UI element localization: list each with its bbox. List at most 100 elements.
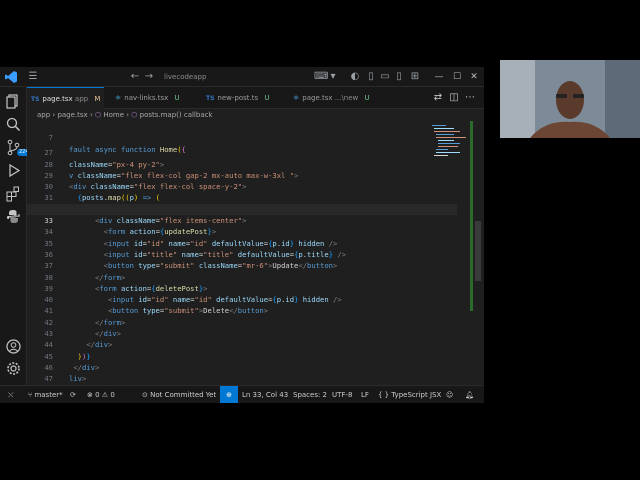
tab-label: page.tsx: [42, 95, 73, 103]
code-line[interactable]: 46 liv>: [27, 351, 457, 383]
react-icon: ⚛: [115, 94, 122, 102]
title-bar: ☰ ← → livecodeapp ⌨ ▾ ◐ ▯ ▭ ▯ ⊞ — ☐ ✕: [0, 67, 484, 87]
zoom-icon[interactable]: ⊕: [220, 386, 238, 403]
python-icon[interactable]: [4, 207, 23, 226]
toggle-panel-icon[interactable]: ▭: [378, 70, 392, 84]
vscode-window: ☰ ← → livecodeapp ⌨ ▾ ◐ ▯ ▭ ▯ ⊞ — ☐ ✕ 22…: [0, 67, 484, 403]
remote-icon[interactable]: ⤬: [8, 386, 14, 403]
code-line[interactable]: 47 .: [27, 362, 457, 394]
tab-status: U: [364, 94, 370, 102]
branch-name: master*: [34, 391, 63, 399]
tab-path: app: [74, 95, 89, 103]
code-line[interactable]: 37 </form>: [27, 249, 457, 281]
toggle-primary-sidebar-icon[interactable]: ▯: [364, 70, 378, 84]
customize-layout-icon[interactable]: ⊞: [408, 70, 422, 84]
close-icon[interactable]: ✕: [467, 70, 481, 84]
cursor-position[interactable]: Ln 33, Col 43: [242, 386, 288, 403]
editor-tabs: TS page.tsx app M ⚛ nav-links.tsx U TS new-…: [27, 87, 484, 109]
braces-icon: { }: [378, 391, 392, 399]
source-control-icon[interactable]: 224: [4, 138, 31, 157]
breadcrumb-item-app[interactable]: app: [37, 111, 50, 119]
typescript-icon: TS: [206, 95, 215, 102]
menu-icon[interactable]: ☰: [26, 70, 40, 84]
forward-arrow-icon[interactable]: →: [142, 70, 156, 84]
code-line[interactable]: 27 className="px-4 py-2">: [27, 136, 457, 168]
code-line[interactable]: 31 <div key={p.id} className="border bor…: [27, 181, 457, 213]
branch-indicator[interactable]: ⑂ master*: [28, 386, 63, 403]
tab-path: ...\new: [334, 94, 359, 102]
breadcrumb: app › page.tsx › ⬡ Home › ⬡ posts.map() …: [27, 109, 484, 121]
tab-page-tsx-app[interactable]: TS page.tsx app M: [27, 87, 104, 109]
vertical-scrollbar[interactable]: [473, 121, 484, 385]
callback-icon: ⬡: [131, 111, 138, 119]
command-center-search[interactable]: livecodeapp: [156, 70, 306, 84]
explorer-icon[interactable]: [4, 92, 23, 111]
breadcrumb-item-callback[interactable]: posts.map() callback: [140, 111, 213, 119]
code-line[interactable]: 45 </div>: [27, 339, 457, 372]
code-line[interactable]: 30 {posts.map((p) => (: [27, 170, 457, 202]
minimize-icon[interactable]: —: [432, 70, 446, 84]
code-line[interactable]: 39 <input id="id" name="id" defaultValue…: [27, 272, 457, 304]
indentation-setting[interactable]: Spaces: 2: [293, 386, 327, 403]
notifications-bell-icon[interactable]: 🔔︎: [465, 386, 474, 403]
typescript-icon: TS: [31, 96, 40, 103]
webcam-overlay: [500, 60, 640, 138]
tab-label: page.tsx: [302, 94, 333, 102]
toggle-secondary-sidebar-icon[interactable]: ▯: [392, 70, 406, 84]
account-icon[interactable]: [4, 337, 23, 356]
code-line[interactable]: 35 <input id="title" name="title" defaul…: [27, 226, 457, 259]
chevron-down-icon[interactable]: ▾: [326, 70, 340, 84]
code-editor[interactable]: 7 fault async function Home({ 20 ( 27 cl…: [27, 121, 484, 395]
eol-setting[interactable]: LF: [361, 386, 369, 403]
warning-count: 0: [110, 391, 115, 399]
tab-new-post-ts[interactable]: TS new-post.ts U: [202, 87, 286, 109]
error-icon: ⊗: [87, 391, 96, 399]
tab-nav-links-tsx[interactable]: ⚛ nav-links.tsx U: [111, 87, 195, 109]
tab-label: new-post.ts: [217, 94, 259, 102]
tab-status: U: [264, 94, 270, 102]
breadcrumb-item-file[interactable]: page.tsx: [57, 111, 87, 119]
back-arrow-icon[interactable]: ←: [128, 70, 142, 84]
code-text: liv>: [69, 374, 87, 384]
problems-indicator[interactable]: ⊗ 0 ⚠ 0: [87, 386, 115, 403]
code-line[interactable]: 28 v className="flex flex-col gap-2 mx-a…: [27, 147, 457, 180]
status-bar: ⤬ ⑂ master* ⟳ ⊗ 0 ⚠ 0 ⊙ Not Committed Ye…: [0, 385, 484, 403]
activity-bar: 224: [0, 87, 31, 385]
split-editor-icon[interactable]: ◫: [447, 91, 461, 105]
function-icon: ⬡: [94, 111, 102, 119]
scrollbar-thumb[interactable]: [475, 221, 481, 281]
code-line[interactable]: 44 ))}: [27, 328, 457, 360]
settings-gear-icon[interactable]: [4, 359, 23, 378]
tab-status: U: [174, 94, 180, 102]
extensions-icon[interactable]: [4, 184, 23, 203]
code-line[interactable]: 36 <button type="submit" className="mr-6…: [27, 238, 457, 270]
tab-label: nav-links.tsx: [124, 94, 169, 102]
commit-icon: ⊙: [142, 391, 151, 399]
code-line[interactable]: 29 <div className="flex flex-col space-y…: [27, 159, 457, 191]
copilot-status-icon[interactable]: ☺: [446, 386, 453, 403]
error-count: 0: [95, 391, 100, 399]
tab-page-tsx-new[interactable]: ⚛ page.tsx ...\new U: [289, 87, 389, 109]
compare-changes-icon[interactable]: ⇄: [431, 91, 445, 105]
code-line[interactable]: 41 </form>: [27, 294, 457, 326]
code-line[interactable]: 34 <input id="id" name="id" defaultValue…: [27, 215, 457, 247]
git-blame-status[interactable]: ⊙ Not Committed Yet: [142, 386, 216, 403]
code-line-current[interactable]: 33 <form action={updatePost}>: [27, 203, 457, 236]
code-line[interactable]: 38 <form action={deletePost}>: [27, 260, 457, 293]
search-icon[interactable]: [4, 115, 23, 134]
encoding-setting[interactable]: UTF-8: [332, 386, 352, 403]
commit-status-text: Not Committed Yet: [150, 391, 217, 399]
more-actions-icon[interactable]: ⋯: [463, 91, 477, 105]
run-debug-icon[interactable]: [4, 161, 23, 180]
code-line[interactable]: 43 </div>: [27, 317, 457, 349]
maximize-icon[interactable]: ☐: [450, 70, 464, 84]
breadcrumb-item-function[interactable]: Home: [103, 111, 124, 119]
code-line[interactable]: 42 </div>: [27, 306, 457, 338]
sync-icon[interactable]: ⟳: [70, 386, 76, 403]
react-icon: ⚛: [293, 94, 300, 102]
language-mode[interactable]: { } TypeScript JSX: [378, 386, 441, 403]
code-line[interactable]: 32 <div className="flex items-center">: [27, 193, 457, 225]
accounts-icon[interactable]: ◐: [348, 70, 362, 84]
code-line[interactable]: 40 <button type="submit">Delete</button>: [27, 283, 457, 315]
minimap[interactable]: [430, 121, 470, 181]
